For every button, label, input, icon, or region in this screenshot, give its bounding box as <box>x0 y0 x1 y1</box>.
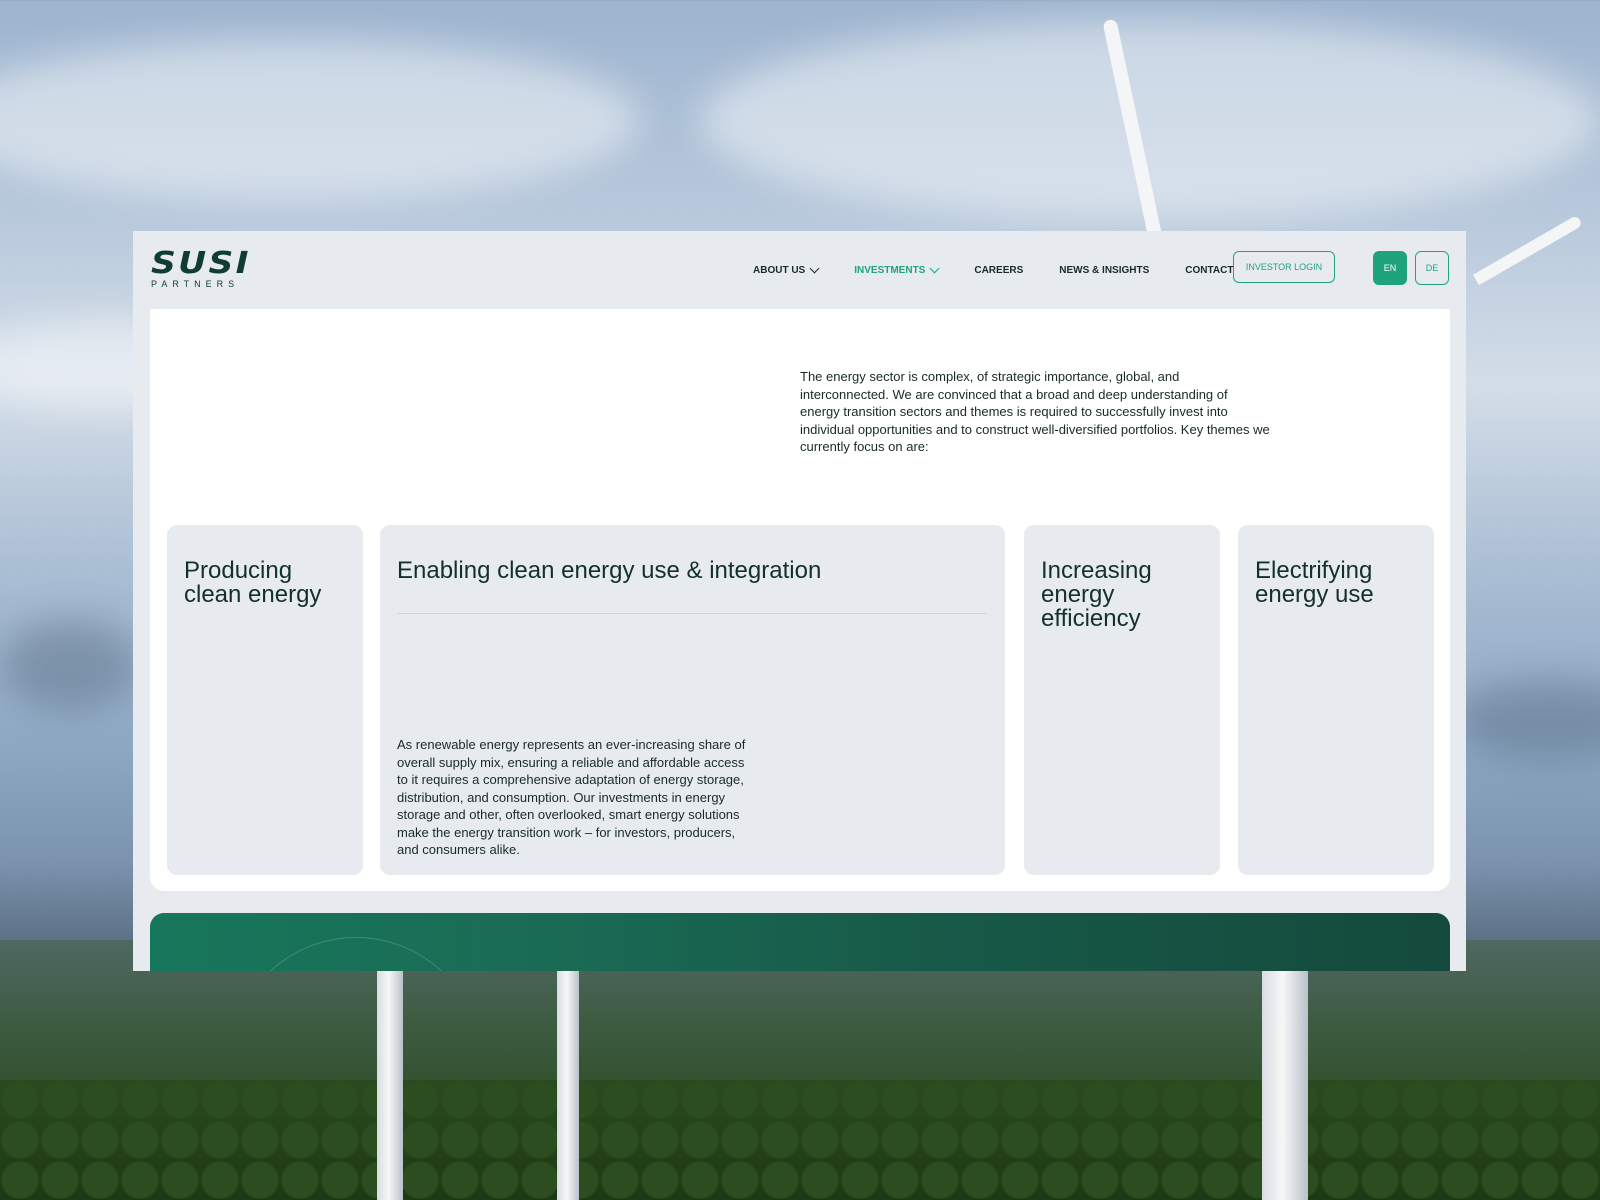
chevron-down-icon <box>929 263 940 273</box>
nav-item-about-us[interactable]: ABOUT US <box>753 263 820 276</box>
theme-card-electrifying[interactable]: Electrifying energy use <box>1238 525 1434 875</box>
theme-card-title: Electrifying energy use <box>1255 557 1374 608</box>
theme-card-producing[interactable]: Producing clean energy <box>167 525 363 875</box>
investor-login-button[interactable]: INVESTOR LOGIN <box>1233 251 1335 283</box>
nav-item-careers[interactable]: CAREERS <box>974 265 1023 276</box>
nav-item-label: CAREERS <box>974 264 1024 276</box>
decorative-arc <box>230 937 482 971</box>
nav-item-news-insights[interactable]: NEWS & INSIGHTS <box>1059 265 1149 276</box>
theme-card-title: Enabling clean energy use & integration <box>397 557 822 584</box>
language-en-button[interactable]: EN <box>1373 251 1407 285</box>
chevron-down-icon <box>809 263 820 273</box>
theme-card-enabling[interactable]: Enabling clean energy use & integration … <box>380 525 1005 875</box>
green-feature-banner <box>150 913 1450 971</box>
language-de-button[interactable]: DE <box>1415 251 1449 285</box>
themes-section: The energy sector is complex, of strateg… <box>150 309 1450 891</box>
theme-card-title: Increasing energy efficiency <box>1041 557 1152 632</box>
main-nav: ABOUT US INVESTMENTS CAREERS NEWS & INSI… <box>753 231 1269 309</box>
theme-card-body: As renewable energy represents an ever-i… <box>397 737 746 857</box>
theme-card-title: Producing clean energy <box>184 557 322 608</box>
susi-logo[interactable]: SUSI PARTNERS <box>151 249 248 290</box>
divider <box>397 613 987 614</box>
intro-paragraph: The energy sector is complex, of strateg… <box>800 369 1270 454</box>
website-window: SUSI PARTNERS ABOUT US INVESTMENTS CAREE… <box>133 231 1466 971</box>
logo-mark: SUSI <box>151 246 251 281</box>
nav-item-label: NEWS & INSIGHTS <box>1059 264 1150 276</box>
nav-item-label: INVESTMENTS <box>854 264 926 276</box>
theme-card-efficiency[interactable]: Increasing energy efficiency <box>1024 525 1220 875</box>
nav-item-label: ABOUT US <box>753 264 806 276</box>
nav-item-contact[interactable]: CONTACT <box>1185 265 1233 276</box>
site-header: SUSI PARTNERS ABOUT US INVESTMENTS CAREE… <box>133 231 1466 309</box>
nav-item-label: CONTACT <box>1185 264 1234 276</box>
nav-item-investments[interactable]: INVESTMENTS <box>854 263 940 276</box>
